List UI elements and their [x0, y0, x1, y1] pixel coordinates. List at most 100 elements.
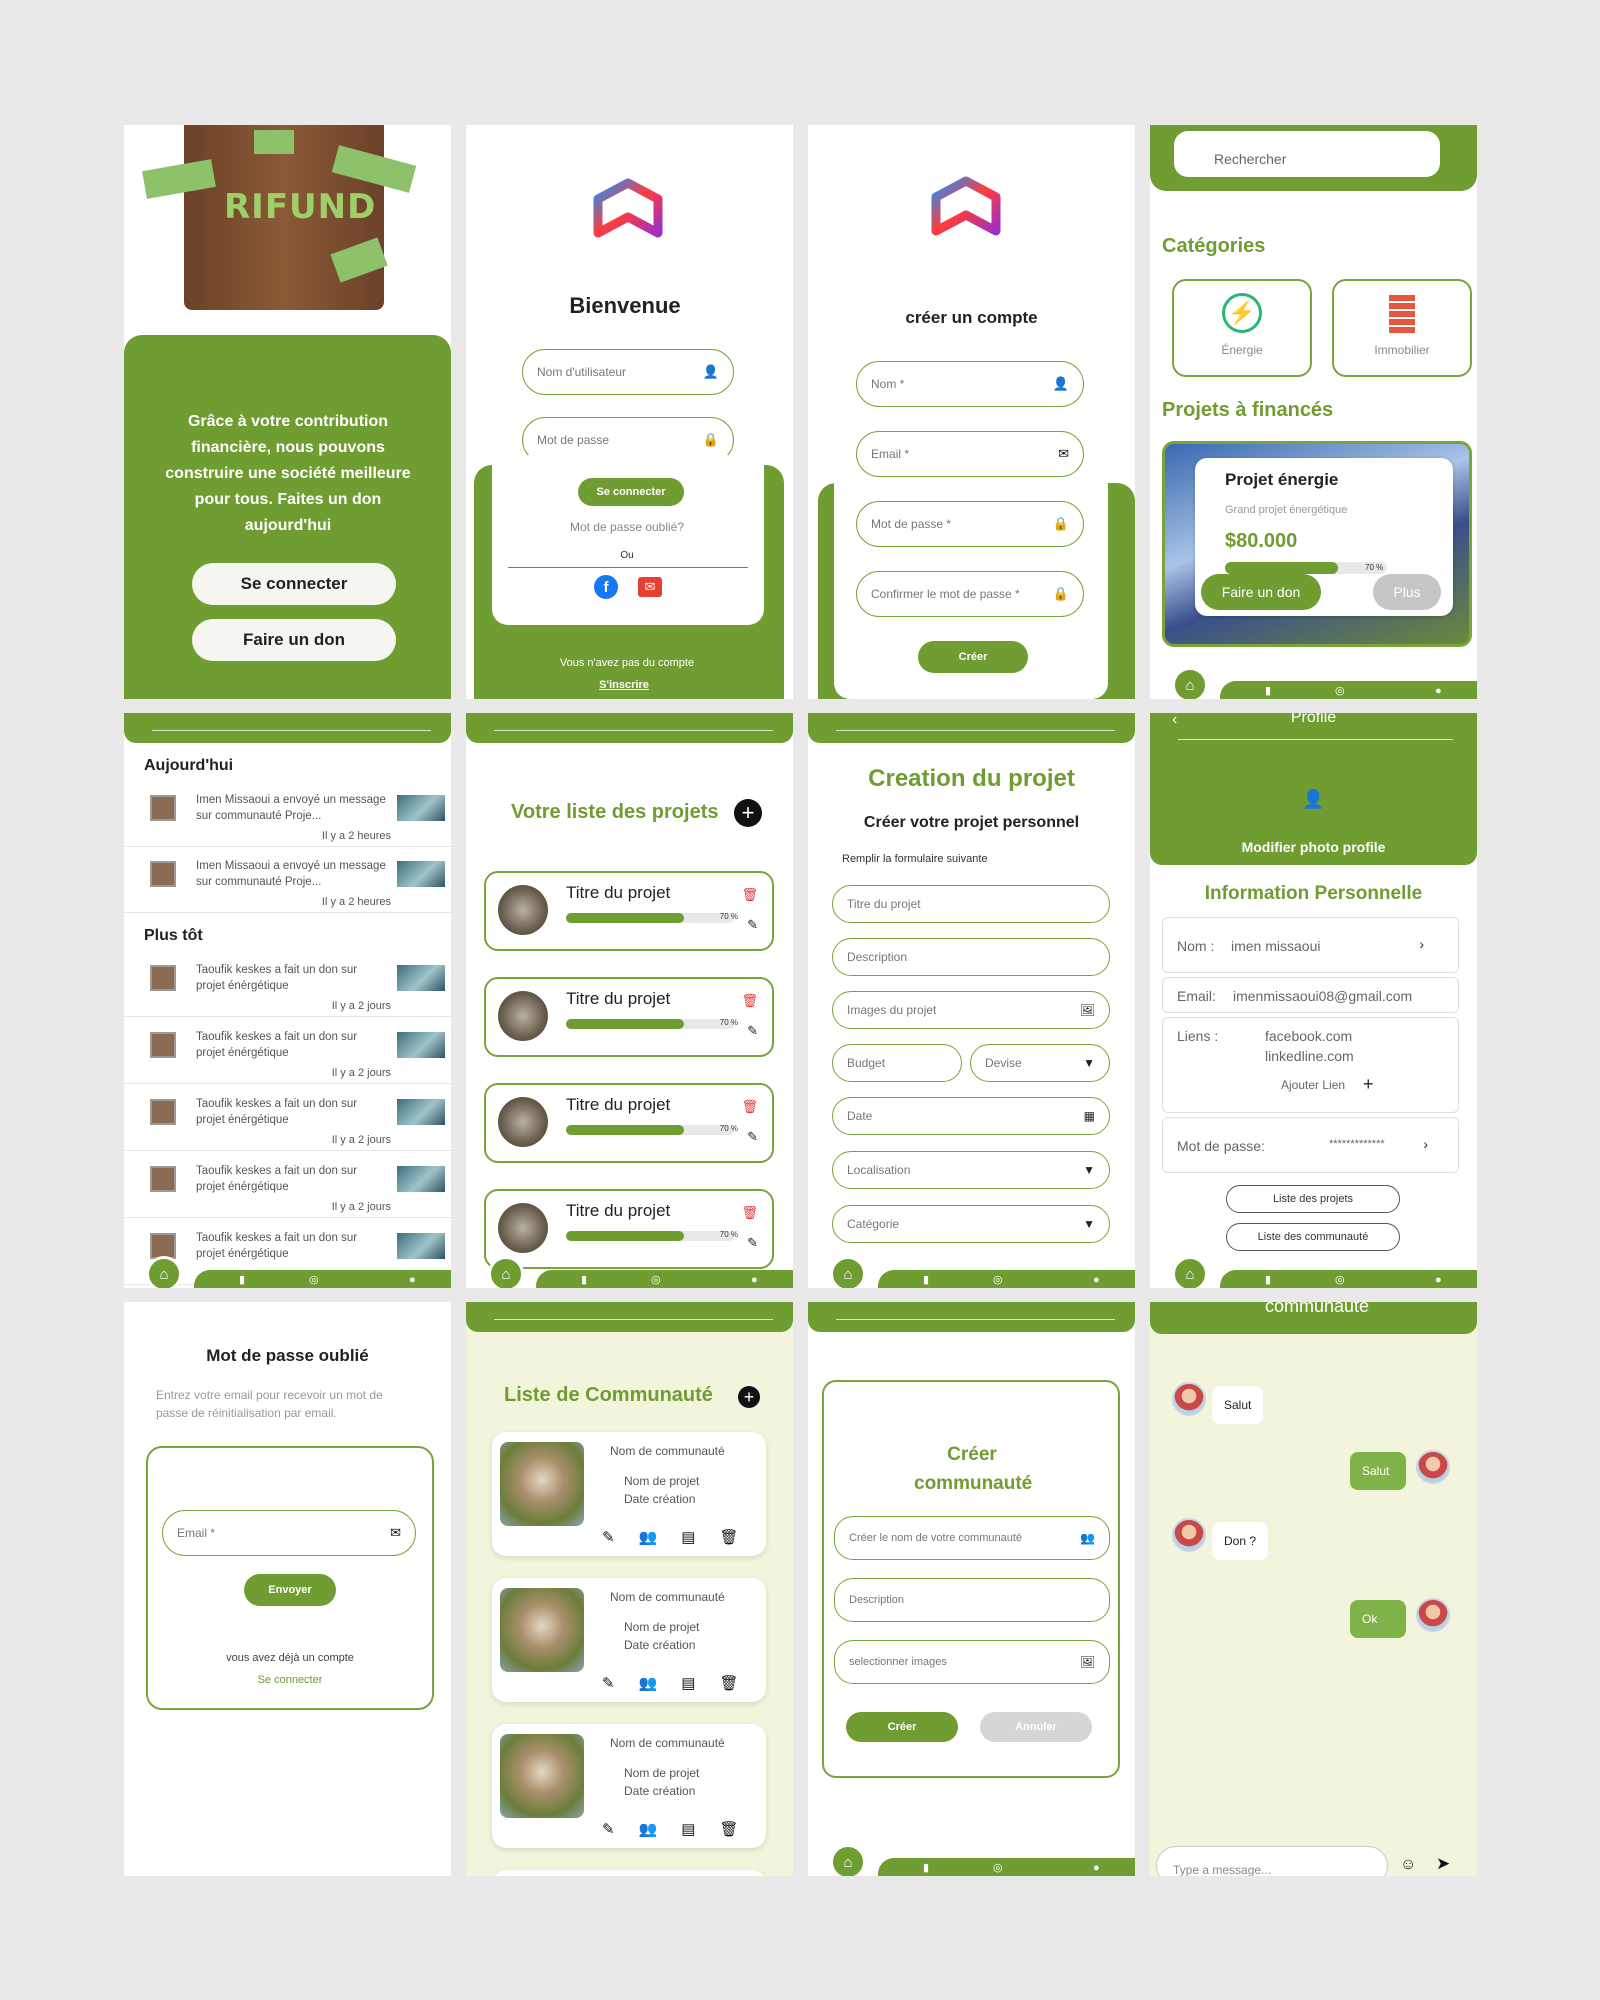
- login-link[interactable]: Se connecter: [148, 1674, 432, 1686]
- profile-icon[interactable]: ●: [1093, 1862, 1100, 1874]
- alarm-icon[interactable]: ◎: [1335, 684, 1345, 697]
- link-facebook[interactable]: facebook.com: [1265, 1028, 1352, 1044]
- home-icon[interactable]: ⌂: [1172, 1256, 1208, 1288]
- username-field[interactable]: Nom d'utilisateur 👤: [522, 349, 734, 395]
- emoji-icon[interactable]: ☺: [1400, 1856, 1416, 1874]
- add-link-button[interactable]: Ajouter Lien: [1281, 1078, 1345, 1092]
- calendar-icon[interactable]: ▦: [1084, 1109, 1095, 1123]
- document-icon[interactable]: ▮: [239, 1273, 245, 1286]
- signup-link[interactable]: S'inscrire: [466, 679, 782, 691]
- edit-icon[interactable]: ✎: [747, 1235, 758, 1251]
- home-icon[interactable]: ⌂: [146, 1256, 182, 1288]
- delete-icon[interactable]: 🗑: [741, 1099, 758, 1115]
- notification-item[interactable]: Taoufik keskes a fait un don sur projet …: [124, 1020, 451, 1084]
- document-icon[interactable]: ▮: [923, 1861, 929, 1874]
- profile-icon[interactable]: ●: [1093, 1274, 1100, 1286]
- chat-icon[interactable]: ▤: [681, 1529, 719, 1546]
- document-icon[interactable]: ▮: [581, 1273, 587, 1286]
- images-field[interactable]: selectionner images 🖼: [834, 1640, 1110, 1684]
- profile-icon[interactable]: ●: [1435, 1274, 1442, 1286]
- email-field[interactable]: Email * ✉: [856, 431, 1084, 477]
- alarm-icon[interactable]: ◎: [651, 1273, 661, 1286]
- profile-photo-icon[interactable]: 👤: [1150, 789, 1477, 810]
- plus-icon[interactable]: +: [1363, 1074, 1374, 1095]
- send-icon[interactable]: ➤: [1436, 1854, 1450, 1874]
- home-icon[interactable]: ⌂: [1172, 667, 1208, 699]
- chat-icon[interactable]: ▤: [681, 1821, 719, 1838]
- login-button[interactable]: Se connecter: [192, 563, 396, 605]
- category-energy[interactable]: ⚡ Énergie: [1172, 279, 1312, 377]
- edit-photo-link[interactable]: Modifier photo profile: [1150, 839, 1477, 855]
- edit-icon[interactable]: ✎: [602, 1821, 639, 1838]
- profile-icon[interactable]: ●: [409, 1274, 416, 1286]
- community-card[interactable]: Nom de communauté Nom de projet Date créat…: [492, 1724, 766, 1848]
- projects-list-button[interactable]: Liste des projets: [1226, 1185, 1400, 1213]
- chat-icon[interactable]: ▤: [681, 1675, 719, 1692]
- project-images-field[interactable]: Images du projet 🖼: [832, 991, 1110, 1029]
- community-card[interactable]: Nom de communauté Nom de projet Date créat…: [492, 1432, 766, 1556]
- edit-icon[interactable]: ✎: [602, 1529, 639, 1546]
- add-image-icon[interactable]: 🖼: [1080, 1655, 1095, 1669]
- description-field[interactable]: Description: [832, 938, 1110, 976]
- delete-icon[interactable]: 🗑: [741, 1205, 758, 1221]
- location-select[interactable]: Localisation ▼: [832, 1151, 1110, 1189]
- create-button[interactable]: Créer: [846, 1712, 958, 1742]
- add-member-icon[interactable]: 👥: [639, 1821, 682, 1838]
- create-button[interactable]: Créer: [918, 641, 1028, 673]
- notification-item[interactable]: Taoufik keskes a fait un don sur projet …: [124, 1087, 451, 1151]
- message-input[interactable]: Type a message...: [1156, 1846, 1388, 1876]
- delete-icon[interactable]: 🗑: [741, 993, 758, 1009]
- login-button[interactable]: Se connecter: [578, 478, 684, 506]
- edit-icon[interactable]: ✎: [602, 1675, 639, 1692]
- community-name-field[interactable]: Créer le nom de votre communauté 👥: [834, 1516, 1110, 1560]
- home-icon[interactable]: ⌂: [830, 1256, 866, 1288]
- project-item[interactable]: Titre du projet 70 % 🗑 ✎: [484, 871, 774, 951]
- name-row[interactable]: Nom : imen missaoui ›: [1162, 917, 1459, 973]
- alarm-icon[interactable]: ◎: [309, 1273, 319, 1286]
- facebook-icon[interactable]: f: [594, 575, 618, 599]
- gmail-icon[interactable]: ✉: [638, 577, 662, 597]
- alarm-icon[interactable]: ◎: [1335, 1273, 1345, 1286]
- category-realestate[interactable]: Immobilier: [1332, 279, 1472, 377]
- search-input[interactable]: Rechercher: [1174, 131, 1440, 177]
- more-button[interactable]: Plus: [1373, 574, 1441, 610]
- delete-icon[interactable]: 🗑: [719, 1821, 762, 1838]
- delete-icon[interactable]: 🗑: [719, 1529, 762, 1546]
- document-icon[interactable]: ▮: [1265, 684, 1271, 697]
- edit-icon[interactable]: ✎: [747, 1129, 758, 1145]
- project-card[interactable]: Projet énergie Grand projet énergétique …: [1162, 441, 1472, 647]
- notification-item[interactable]: Taoufik keskes a fait un don sur projet …: [124, 953, 451, 1017]
- add-community-icon[interactable]: +: [738, 1386, 760, 1408]
- notification-item[interactable]: Taoufik keskes a fait un don sur projet …: [124, 1154, 451, 1218]
- community-card[interactable]: [492, 1870, 766, 1876]
- alarm-icon[interactable]: ◎: [993, 1273, 1003, 1286]
- edit-icon[interactable]: ✎: [747, 917, 758, 933]
- password-field[interactable]: Mot de passe * 🔒: [856, 501, 1084, 547]
- home-icon[interactable]: ⌂: [830, 1844, 866, 1876]
- home-icon[interactable]: ⌂: [488, 1256, 524, 1288]
- project-item[interactable]: Titre du projet 70 % 🗑 ✎: [484, 977, 774, 1057]
- project-item[interactable]: Titre du projet 70 % 🗑 ✎: [484, 1189, 774, 1269]
- notification-item[interactable]: Imen Missaoui a envoyé un message sur co…: [124, 783, 451, 847]
- add-image-icon[interactable]: 🖼: [1080, 1003, 1095, 1017]
- delete-icon[interactable]: 🗑: [719, 1675, 762, 1692]
- category-select[interactable]: Catégorie ▼: [832, 1205, 1110, 1243]
- name-field[interactable]: Nom * 👤: [856, 361, 1084, 407]
- description-field[interactable]: Description: [834, 1578, 1110, 1622]
- email-field[interactable]: Email * ✉: [162, 1510, 416, 1556]
- send-button[interactable]: Envoyer: [244, 1574, 336, 1606]
- document-icon[interactable]: ▮: [923, 1273, 929, 1286]
- project-item[interactable]: Titre du projet 70 % 🗑 ✎: [484, 1083, 774, 1163]
- link-linkedin[interactable]: linkedline.com: [1265, 1048, 1354, 1064]
- project-title-field[interactable]: Titre du projet: [832, 885, 1110, 923]
- add-member-icon[interactable]: 👥: [639, 1529, 682, 1546]
- notification-item[interactable]: Imen Missaoui a envoyé un message sur co…: [124, 849, 451, 913]
- edit-icon[interactable]: ✎: [747, 1023, 758, 1039]
- community-card[interactable]: Nom de communauté Nom de projet Date créat…: [492, 1578, 766, 1702]
- currency-select[interactable]: Devise ▼: [970, 1044, 1110, 1082]
- add-project-icon[interactable]: +: [734, 799, 762, 827]
- cancel-button[interactable]: Annuler: [980, 1712, 1092, 1742]
- add-member-icon[interactable]: 👥: [639, 1675, 682, 1692]
- document-icon[interactable]: ▮: [1265, 1273, 1271, 1286]
- delete-icon[interactable]: 🗑: [741, 887, 758, 903]
